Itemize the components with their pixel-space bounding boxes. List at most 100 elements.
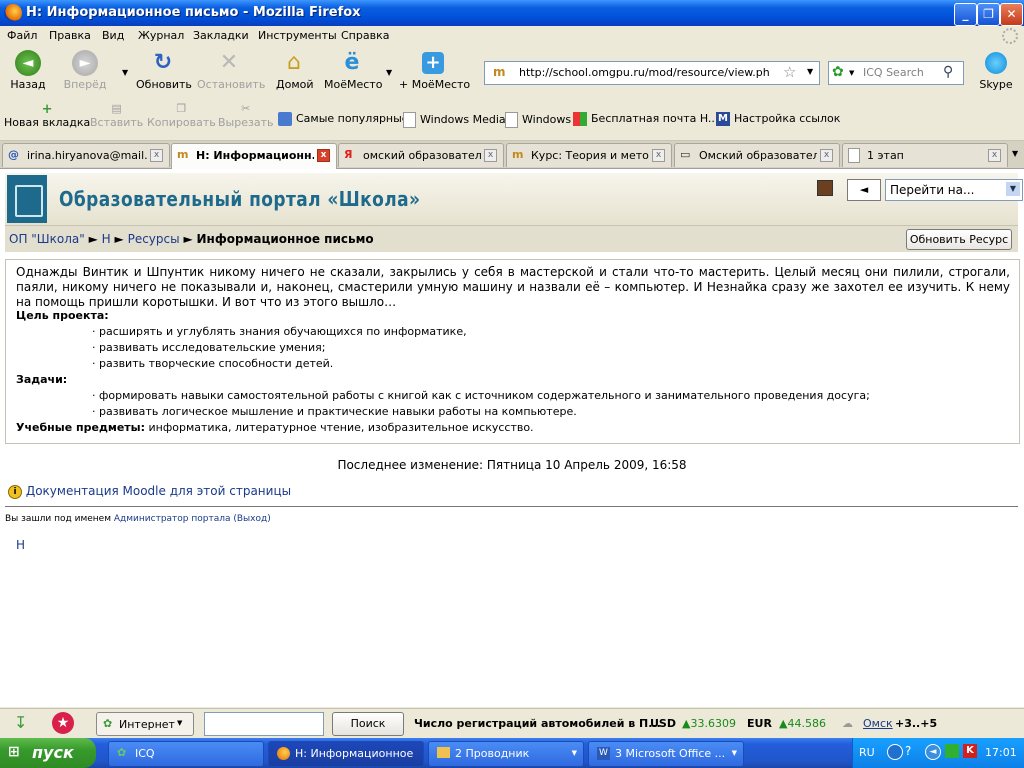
tab-close-icon[interactable]: x — [988, 149, 1001, 162]
tab-omsk-portal[interactable]: ▭ Омский образовател... x — [674, 143, 840, 167]
menu-file[interactable]: Файл — [7, 29, 37, 42]
breadcrumb-resources[interactable]: Ресурсы — [128, 232, 180, 246]
network-icon[interactable] — [887, 744, 903, 760]
search-icon[interactable]: ⚲ — [943, 64, 953, 80]
task-office[interactable]: W 3 Microsoft Office ... ▼ — [588, 741, 744, 767]
icq-flower-icon[interactable]: ✿ — [832, 64, 844, 80]
clock: 17:01 — [985, 746, 1017, 759]
menu-view[interactable]: Вид — [102, 29, 124, 42]
tab-bar: @ irina.hiryanova@mail.... x m Н: Информ… — [0, 141, 1024, 169]
computer-icon: ▭ — [680, 148, 691, 161]
cut-button[interactable]: ✂ Вырезать — [218, 102, 273, 129]
stop-button[interactable]: ✕ Остановить — [197, 50, 265, 91]
folder-icon — [437, 747, 450, 758]
statusbar-search-input[interactable] — [204, 712, 324, 736]
search-bar[interactable]: ✿ ▼ ICQ Search ⚲ — [828, 61, 964, 85]
close-button[interactable]: ✕ — [1000, 3, 1023, 26]
forward-arrow-icon: ► — [72, 50, 98, 76]
tab-close-icon[interactable]: x — [652, 149, 665, 162]
bookmark-popular[interactable]: Самые популярные — [278, 112, 409, 126]
copy-icon: ❐ — [176, 102, 187, 115]
menu-bar: Файл Правка Вид Журнал Закладки Инструме… — [0, 26, 1024, 46]
edit-icon[interactable] — [817, 180, 833, 196]
menu-tools[interactable]: Инструменты — [258, 29, 337, 42]
weather-temp: +3..+5 — [895, 717, 938, 730]
cloud-icon: ☁ — [842, 717, 853, 730]
menu-bookmarks[interactable]: Закладки — [193, 29, 249, 42]
tab-mail[interactable]: @ irina.hiryanova@mail.... x — [2, 143, 170, 167]
bookmark-windows[interactable]: Windows — [505, 112, 571, 128]
task-firefox[interactable]: Н: Информационное ... — [268, 741, 424, 767]
back-circle-icon[interactable]: ◄ — [925, 744, 941, 760]
help-icon[interactable]: ? — [905, 744, 911, 758]
myplace-button[interactable]: ё МоёМесто — [324, 50, 382, 91]
minimize-button[interactable]: _ — [954, 3, 977, 26]
yandex-icon: Я — [344, 148, 353, 161]
myplace-dropdown-icon[interactable]: ▼ — [386, 68, 392, 77]
bookmark-star-icon[interactable]: ☆ — [783, 63, 796, 81]
internet-dropdown[interactable]: ✿ Интернет ▼ — [96, 712, 194, 736]
tab-close-icon[interactable]: x — [820, 149, 833, 162]
skype-button[interactable]: Skype — [978, 50, 1014, 91]
system-tray: RU ? ◄ K 17:01 — [852, 738, 1024, 768]
news-ticker[interactable]: Число регистраций автомобилей в П... — [414, 717, 661, 730]
task-explorer[interactable]: 2 Проводник ▼ — [428, 741, 584, 767]
footer-course-link[interactable]: Н — [16, 538, 25, 552]
moodle-doc-link[interactable]: i Документация Moodle для этой страницы — [8, 484, 291, 499]
bookmark-free-mail[interactable]: Бесплатная почта H... — [573, 112, 718, 126]
firefox-icon — [277, 747, 290, 760]
breadcrumb-home[interactable]: ОП "Школа" — [9, 232, 85, 246]
menu-edit[interactable]: Правка — [49, 29, 91, 42]
update-resource-button[interactable]: Обновить Ресурс — [906, 229, 1012, 250]
tab-omsk-portal-yandex[interactable]: Я омский образовател... x — [338, 143, 504, 167]
tab-list-dropdown-icon[interactable]: ▼ — [1012, 149, 1018, 158]
address-bar[interactable]: m http://school.omgpu.ru/mod/resource/vi… — [484, 61, 820, 85]
tab-close-icon[interactable]: x — [150, 149, 163, 162]
copy-button[interactable]: ❐ Копировать — [147, 102, 216, 129]
tab-course[interactable]: m Курс: Теория и мето... x — [506, 143, 672, 167]
download-icon[interactable]: ↧ — [14, 713, 36, 735]
web-content: Образовательный портал «Школа» ◄ Перейти… — [0, 169, 1024, 707]
firefox-icon — [4, 4, 22, 22]
add-myplace-button[interactable]: + + МоёМесто — [399, 50, 470, 91]
weather-city[interactable]: Омск — [863, 717, 893, 730]
taskbar: ⊞ пуск ✿ ICQ Н: Информационное ... 2 Про… — [0, 738, 1024, 768]
chevron-down-icon: ▼ — [731, 749, 737, 757]
start-button[interactable]: ⊞ пуск — [0, 738, 96, 768]
tab-close-icon[interactable]: x — [317, 149, 330, 162]
page-icon — [505, 112, 518, 128]
reload-button[interactable]: ↻ Обновить — [136, 50, 192, 91]
breadcrumb-course[interactable]: Н — [102, 232, 111, 246]
history-dropdown-icon[interactable]: ▼ — [122, 68, 128, 77]
jump-back-button[interactable]: ◄ — [847, 179, 881, 201]
task-icq[interactable]: ✿ ICQ — [108, 741, 264, 767]
home-button[interactable]: ⌂ Домой — [276, 50, 314, 91]
star-icon[interactable]: ★ — [52, 712, 74, 734]
page-icon — [403, 112, 416, 128]
paste-button[interactable]: ▤ Вставить — [90, 102, 143, 129]
windows-logo-icon — [573, 112, 587, 126]
shield-icon[interactable] — [945, 744, 959, 758]
statusbar-search-button[interactable]: Поиск — [332, 712, 404, 736]
maximize-button[interactable]: ❐ — [977, 3, 1000, 26]
search-input[interactable]: ICQ Search — [863, 66, 924, 79]
jump-to-select[interactable]: Перейти на... ▼ — [885, 179, 1023, 201]
search-engine-dropdown-icon[interactable]: ▼ — [849, 69, 854, 77]
address-dropdown-icon[interactable]: ▼ — [807, 67, 813, 76]
site-header: Образовательный портал «Школа» ◄ Перейти… — [5, 173, 1023, 225]
tab-stage-1[interactable]: 1 этап x — [842, 143, 1008, 167]
bookmark-link-settings[interactable]: M Настройка ссылок — [716, 112, 840, 126]
back-button[interactable]: ◄ Назад — [8, 50, 48, 91]
logout-link[interactable]: (Выход) — [233, 514, 270, 524]
menu-help[interactable]: Справка — [341, 29, 389, 42]
address-input[interactable]: http://school.omgpu.ru/mod/resource/view… — [519, 66, 769, 79]
user-link[interactable]: Администратор портала — [114, 514, 231, 524]
tab-close-icon[interactable]: x — [484, 149, 497, 162]
menu-history[interactable]: Журнал — [138, 29, 184, 42]
kaspersky-icon[interactable]: K — [963, 744, 977, 758]
tab-info-letter[interactable]: m Н: Информационн... x — [171, 143, 337, 169]
forward-button[interactable]: ► Вперёд — [62, 50, 108, 91]
language-indicator[interactable]: RU — [859, 746, 875, 759]
new-tab-button[interactable]: + Новая вкладка — [4, 102, 90, 129]
bookmark-windows-media[interactable]: Windows Media — [403, 112, 506, 128]
